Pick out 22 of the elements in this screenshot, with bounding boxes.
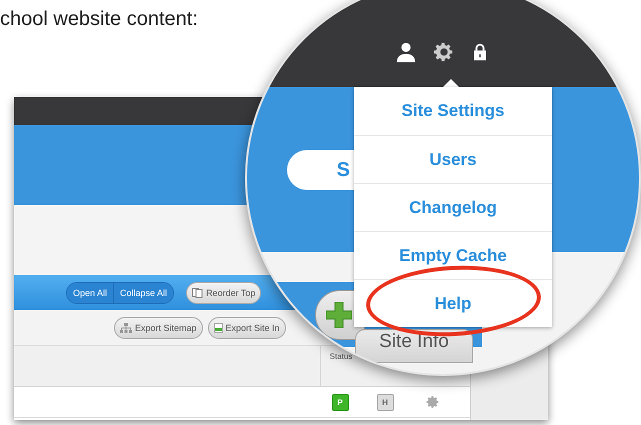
lock-icon[interactable] — [471, 41, 489, 63]
menu-item[interactable]: Empty Cache — [354, 231, 552, 279]
search-field[interactable]: S — [287, 150, 356, 190]
document-icon — [214, 322, 223, 332]
toolbar-button[interactable]: Collapse All — [113, 282, 174, 302]
menu-item[interactable]: Site Settings — [354, 87, 552, 135]
caption-text: chool website content: — [0, 7, 199, 32]
export-button[interactable]: Export Site In — [208, 316, 286, 338]
menu-item[interactable]: Users — [354, 135, 552, 183]
reorder-button[interactable]: Reorder Top — [186, 282, 262, 304]
sitemap-icon — [120, 322, 132, 332]
export-button[interactable]: Export Sitemap — [114, 316, 203, 338]
menu-item[interactable]: Changelog — [354, 183, 552, 231]
hide-badge[interactable]: H — [376, 394, 394, 410]
plus-icon — [326, 302, 352, 328]
toolbar-button[interactable]: Open All — [67, 282, 114, 302]
user-icon[interactable] — [395, 41, 417, 63]
settings-icon[interactable] — [433, 41, 455, 63]
site-info-tab[interactable]: Site Info — [355, 329, 473, 363]
pages-icon — [192, 288, 204, 298]
status-badge[interactable]: P — [332, 394, 348, 410]
menu-item[interactable]: Help — [354, 279, 552, 327]
